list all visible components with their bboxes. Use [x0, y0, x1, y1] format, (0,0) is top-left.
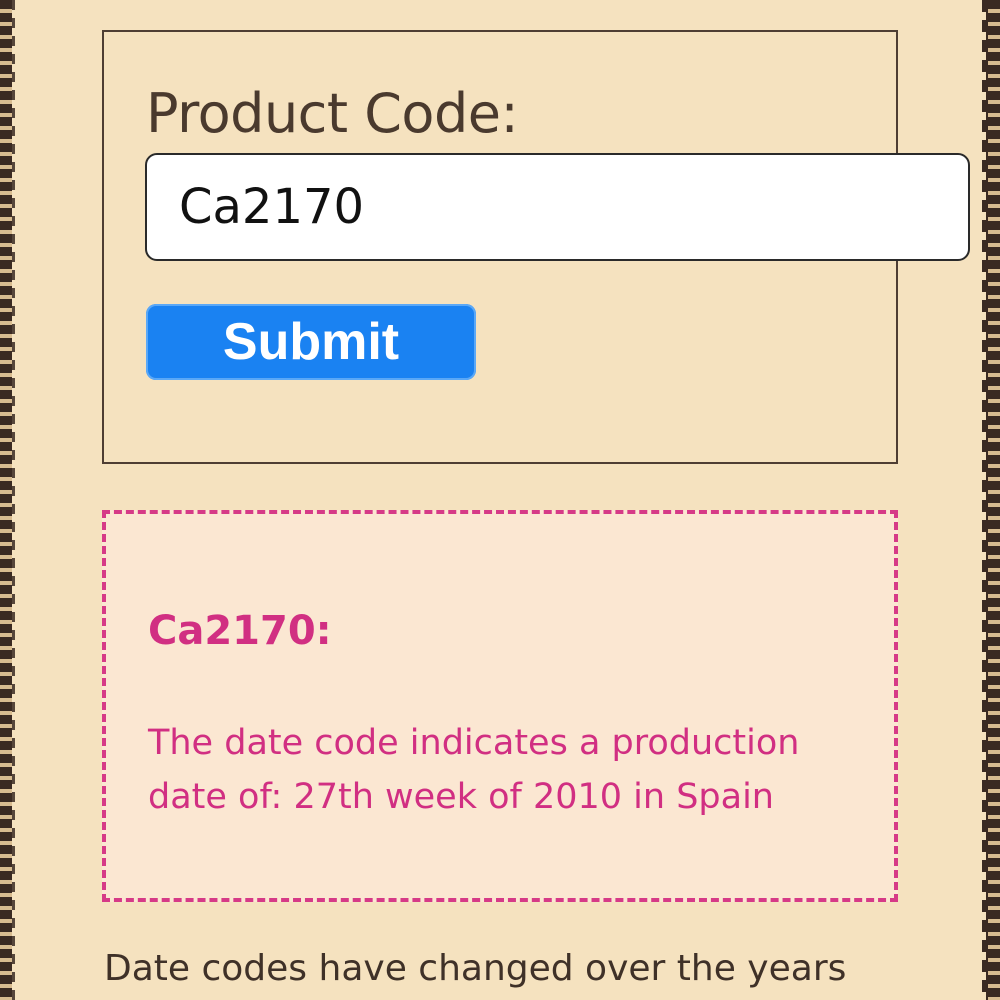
product-code-label: Product Code:: [146, 82, 519, 145]
left-decorative-border: [0, 0, 12, 1000]
result-line-2: date of: 27th week of 2010 in Spain: [148, 777, 774, 817]
date-codes-paragraph: Date codes have changed over the years: [104, 948, 847, 989]
page-edge-left: [12, 0, 15, 1000]
result-title: Ca2170:: [148, 608, 332, 654]
result-line-1: The date code indicates a production: [148, 723, 800, 763]
submit-button[interactable]: Submit: [146, 304, 476, 380]
right-decorative-border: [988, 0, 1000, 1000]
page-edge-right: [982, 0, 987, 1000]
product-code-input[interactable]: [145, 153, 970, 261]
result-panel: [102, 510, 898, 902]
result-description: The date code indicates a production dat…: [148, 716, 868, 824]
